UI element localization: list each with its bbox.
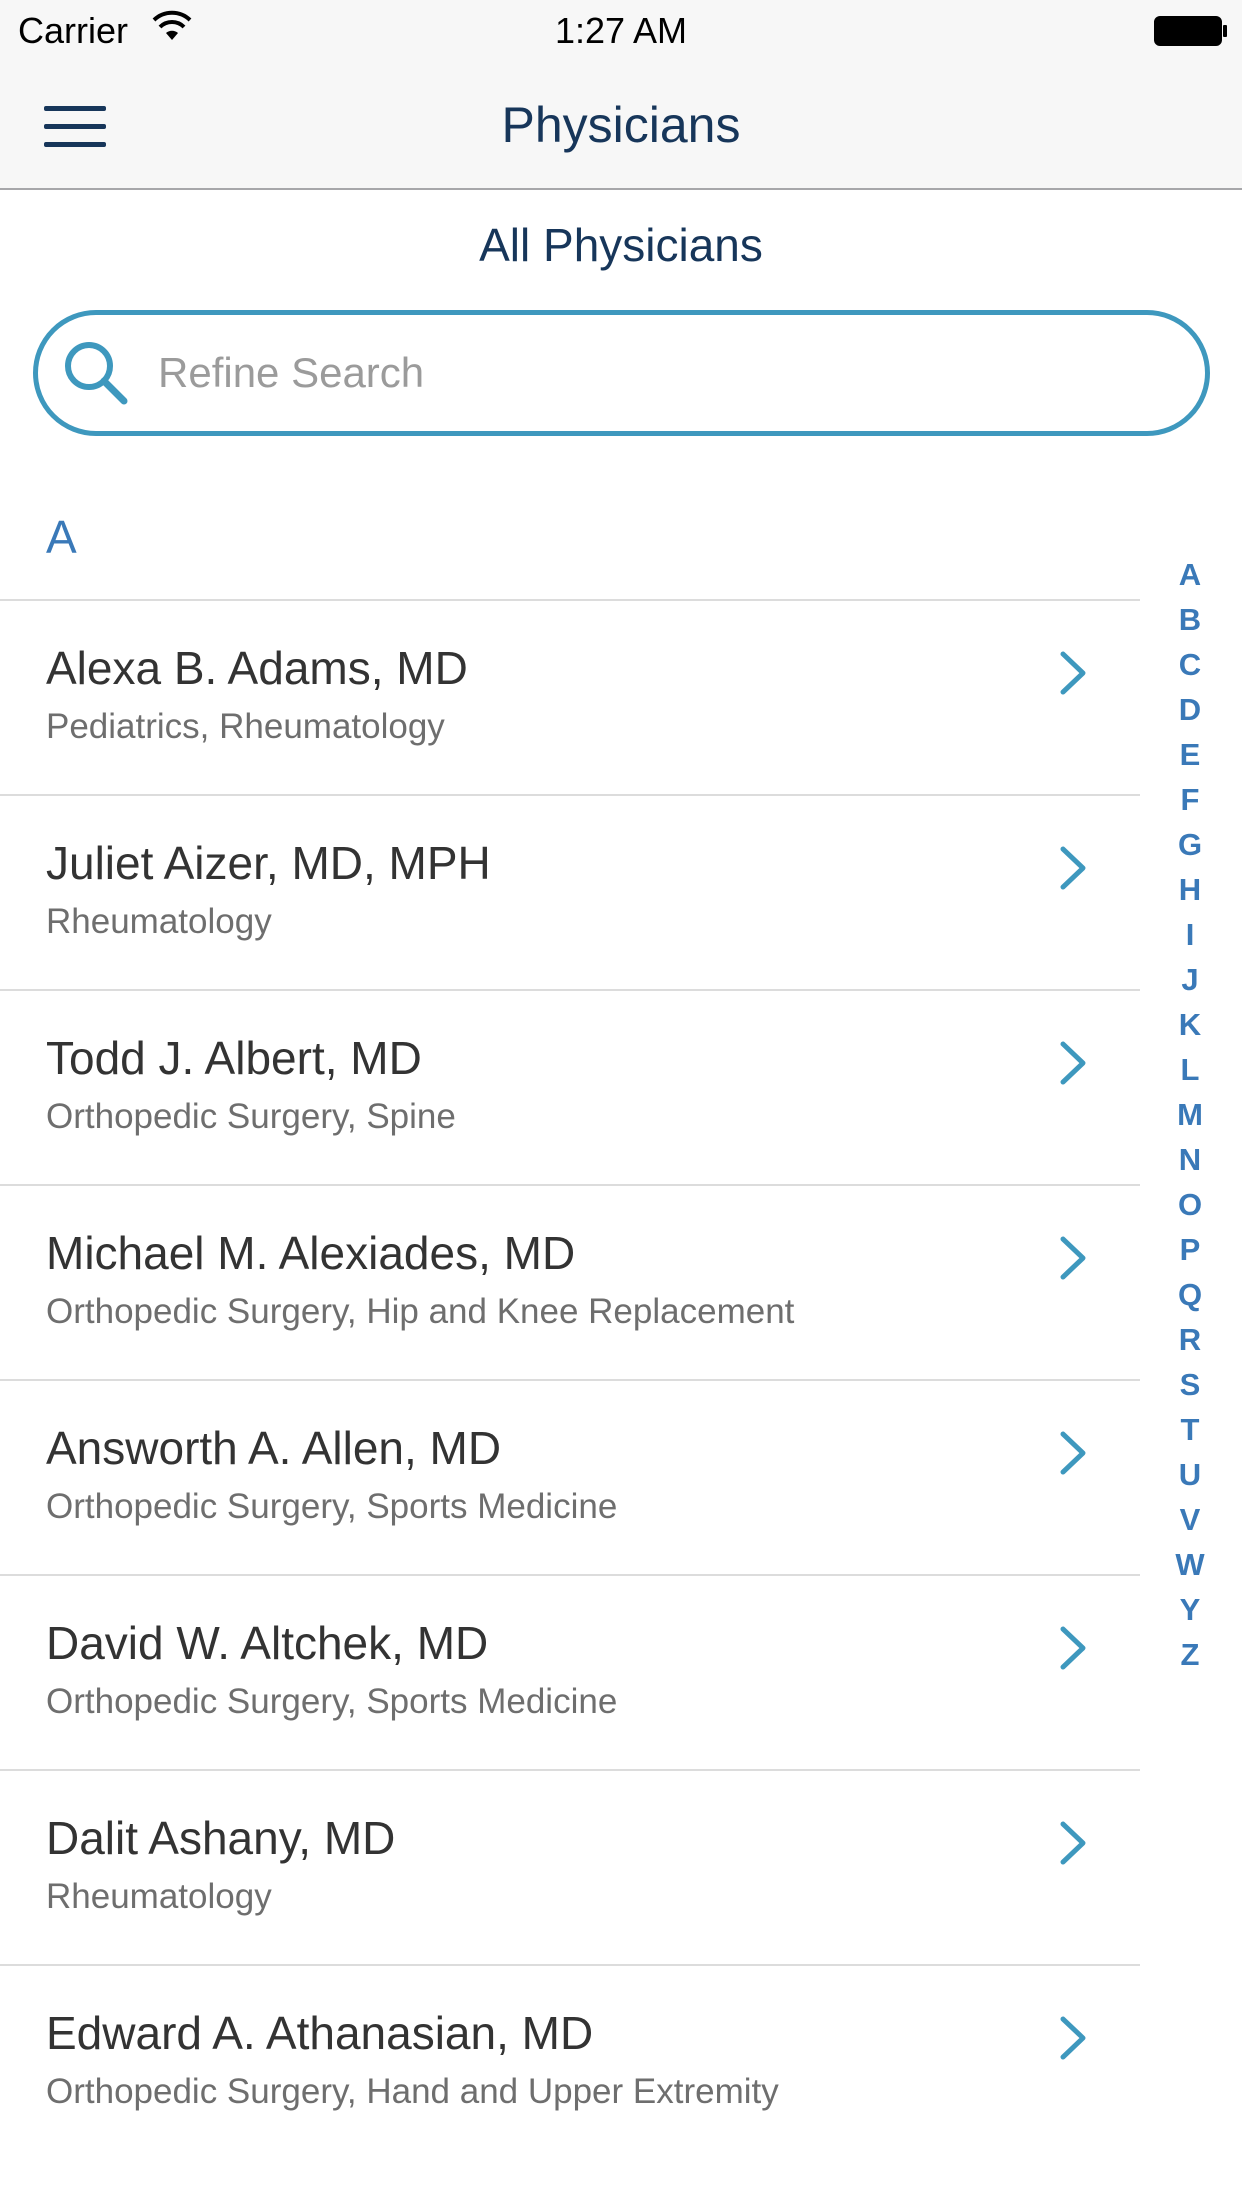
physician-name: Edward A. Athanasian, MD	[46, 2007, 594, 2059]
index-letter-y[interactable]: Y	[1160, 1587, 1220, 1632]
index-letter-z[interactable]: Z	[1160, 1632, 1220, 1677]
physician-list: Alexa B. Adams, MD Pediatrics, Rheumatol…	[0, 601, 1140, 2161]
index-letter-o[interactable]: O	[1160, 1182, 1220, 1227]
section-header: A	[46, 511, 77, 563]
index-letter-p[interactable]: P	[1160, 1227, 1220, 1272]
physician-specialty: Rheumatology	[46, 902, 272, 941]
index-letter-f[interactable]: F	[1160, 777, 1220, 822]
index-letter-d[interactable]: D	[1160, 687, 1220, 732]
chevron-right-icon	[1060, 1626, 1086, 1670]
index-letter-m[interactable]: M	[1160, 1092, 1220, 1137]
physician-name: Todd J. Albert, MD	[46, 1032, 422, 1084]
search-icon	[65, 342, 128, 405]
list-item[interactable]: Juliet Aizer, MD, MPH Rheumatology	[0, 796, 1140, 991]
index-letter-n[interactable]: N	[1160, 1137, 1220, 1182]
battery-icon	[1154, 16, 1227, 46]
list-item[interactable]: Alexa B. Adams, MD Pediatrics, Rheumatol…	[0, 601, 1140, 796]
index-letter-e[interactable]: E	[1160, 732, 1220, 777]
physician-specialty: Orthopedic Surgery, Sports Medicine	[46, 1682, 618, 1721]
index-letter-v[interactable]: V	[1160, 1497, 1220, 1542]
list-item[interactable]: Michael M. Alexiades, MD Orthopedic Surg…	[0, 1186, 1140, 1381]
index-letter-b[interactable]: B	[1160, 597, 1220, 642]
navigation-bar: Physicians	[0, 60, 1242, 190]
index-letter-c[interactable]: C	[1160, 642, 1220, 687]
chevron-right-icon	[1060, 651, 1086, 695]
chevron-right-icon	[1060, 1431, 1086, 1475]
physician-name: David W. Altchek, MD	[46, 1617, 489, 1669]
index-letter-a[interactable]: A	[1160, 552, 1220, 597]
index-letter-s[interactable]: S	[1160, 1362, 1220, 1407]
alphabet-index[interactable]: A B C D E F G H I J K L M N O P Q R S T …	[1160, 552, 1220, 1677]
index-letter-g[interactable]: G	[1160, 822, 1220, 867]
list-item[interactable]: David W. Altchek, MD Orthopedic Surgery,…	[0, 1576, 1140, 1771]
index-letter-k[interactable]: K	[1160, 1002, 1220, 1047]
physician-specialty: Orthopedic Surgery, Spine	[46, 1097, 456, 1136]
list-item[interactable]: Todd J. Albert, MD Orthopedic Surgery, S…	[0, 991, 1140, 1186]
index-letter-u[interactable]: U	[1160, 1452, 1220, 1497]
physician-specialty: Pediatrics, Rheumatology	[46, 707, 445, 746]
chevron-right-icon	[1060, 1236, 1086, 1280]
chevron-right-icon	[1060, 846, 1086, 890]
index-letter-r[interactable]: R	[1160, 1317, 1220, 1362]
physician-name: Michael M. Alexiades, MD	[46, 1227, 576, 1279]
index-letter-w[interactable]: W	[1160, 1542, 1220, 1587]
status-time: 1:27 AM	[554, 10, 688, 51]
physician-specialty: Rheumatology	[46, 1877, 272, 1916]
index-letter-t[interactable]: T	[1160, 1407, 1220, 1452]
list-item[interactable]: Edward A. Athanasian, MD Orthopedic Surg…	[0, 1966, 1140, 2161]
chevron-right-icon	[1060, 1821, 1086, 1865]
index-letter-j[interactable]: J	[1160, 957, 1220, 1002]
index-letter-i[interactable]: I	[1160, 912, 1220, 957]
physician-specialty: Orthopedic Surgery, Sports Medicine	[46, 1487, 618, 1526]
index-letter-l[interactable]: L	[1160, 1047, 1220, 1092]
physician-specialty: Orthopedic Surgery, Hand and Upper Extre…	[46, 2072, 779, 2111]
list-subtitle: All Physicians	[479, 219, 763, 271]
physician-name: Juliet Aizer, MD, MPH	[46, 837, 491, 889]
list-item[interactable]: Answorth A. Allen, MD Orthopedic Surgery…	[0, 1381, 1140, 1576]
chevron-right-icon	[1060, 2016, 1086, 2060]
search-input[interactable]	[156, 333, 1156, 413]
index-letter-q[interactable]: Q	[1160, 1272, 1220, 1317]
physician-name: Dalit Ashany, MD	[46, 1812, 396, 1864]
chevron-right-icon	[1060, 1041, 1086, 1085]
status-bar: Carrier 1:27 AM	[0, 0, 1242, 60]
physician-name: Answorth A. Allen, MD	[46, 1422, 502, 1474]
search-field[interactable]	[33, 310, 1210, 436]
index-letter-h[interactable]: H	[1160, 867, 1220, 912]
page-title: Physicians	[501, 97, 741, 153]
list-item[interactable]: Dalit Ashany, MD Rheumatology	[0, 1771, 1140, 1966]
physician-specialty: Orthopedic Surgery, Hip and Knee Replace…	[46, 1292, 795, 1331]
physician-name: Alexa B. Adams, MD	[46, 642, 468, 694]
